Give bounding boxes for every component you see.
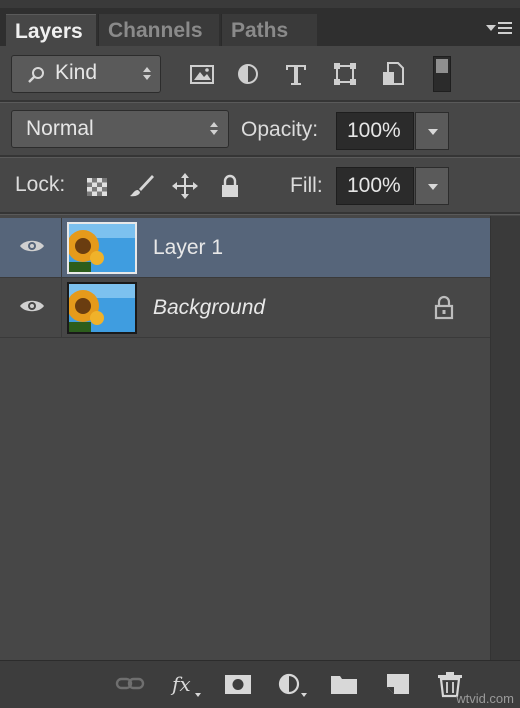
visibility-toggle[interactable] bbox=[0, 218, 62, 278]
adjustment-layer-icon[interactable] bbox=[275, 669, 307, 699]
bottom-toolbar: fx wtvid.com bbox=[0, 660, 520, 708]
svg-text:fx: fx bbox=[170, 672, 191, 696]
lock-label: Lock: bbox=[15, 173, 66, 196]
select-arrows-icon bbox=[210, 122, 220, 135]
eye-icon bbox=[20, 300, 44, 312]
fill-label: Fill: bbox=[290, 174, 323, 197]
lock-all-icon[interactable] bbox=[216, 172, 244, 200]
layers-list: Layer 1 Background bbox=[0, 216, 490, 660]
shape-filter-icon[interactable] bbox=[330, 60, 360, 88]
layer-row-layer-1[interactable]: Layer 1 bbox=[0, 218, 490, 278]
lock-icon bbox=[434, 295, 454, 320]
new-layer-icon[interactable] bbox=[382, 669, 414, 699]
divider bbox=[0, 157, 520, 158]
lock-image-pixels-icon[interactable] bbox=[127, 172, 155, 200]
lock-transparent-pixels-icon[interactable] bbox=[83, 172, 111, 200]
new-group-icon[interactable] bbox=[328, 669, 360, 699]
layer-mask-icon[interactable] bbox=[222, 669, 254, 699]
fx-icon[interactable]: fx bbox=[170, 669, 202, 699]
opacity-dropdown-button[interactable] bbox=[415, 112, 449, 150]
opacity-label: Opacity: bbox=[241, 118, 319, 141]
link-layers-icon[interactable] bbox=[114, 669, 146, 699]
panel-menu-icon[interactable] bbox=[486, 20, 512, 38]
layers-panel: Layers Channels Paths Kind Normal Opacit… bbox=[0, 0, 520, 708]
divider bbox=[0, 214, 520, 215]
fill-input[interactable]: 100% bbox=[336, 167, 414, 205]
filter-toggle-switch[interactable] bbox=[433, 56, 451, 92]
layer-thumbnail[interactable] bbox=[67, 282, 137, 334]
search-icon bbox=[28, 67, 44, 83]
fill-dropdown-button[interactable] bbox=[415, 167, 449, 205]
layer-thumbnail[interactable] bbox=[67, 222, 137, 274]
lock-position-icon[interactable] bbox=[171, 172, 199, 200]
divider bbox=[0, 102, 520, 103]
visibility-toggle[interactable] bbox=[0, 278, 62, 338]
eye-icon bbox=[20, 240, 44, 252]
filter-kind-select[interactable]: Kind bbox=[11, 55, 161, 93]
scrollbar[interactable] bbox=[490, 216, 520, 660]
filter-kind-label: Kind bbox=[55, 61, 98, 84]
select-arrows-icon bbox=[143, 67, 153, 80]
tab-paths[interactable]: Paths bbox=[221, 14, 317, 46]
blend-mode-select[interactable]: Normal bbox=[11, 110, 229, 148]
layer-row-background[interactable]: Background bbox=[0, 278, 490, 338]
tab-layers[interactable]: Layers bbox=[6, 14, 96, 46]
pixel-filter-icon[interactable] bbox=[187, 60, 217, 88]
layer-name[interactable]: Layer 1 bbox=[153, 236, 223, 260]
smart-object-filter-icon[interactable] bbox=[378, 60, 408, 88]
layer-name[interactable]: Background bbox=[153, 296, 265, 320]
watermark: wtvid.com bbox=[456, 691, 514, 706]
panel-tab-bar: Layers Channels Paths bbox=[0, 0, 520, 46]
tab-channels[interactable]: Channels bbox=[98, 14, 219, 46]
opacity-input[interactable]: 100% bbox=[336, 112, 414, 150]
type-filter-icon[interactable] bbox=[281, 60, 311, 88]
blend-mode-value: Normal bbox=[26, 117, 94, 140]
adjustment-filter-icon[interactable] bbox=[233, 60, 263, 88]
